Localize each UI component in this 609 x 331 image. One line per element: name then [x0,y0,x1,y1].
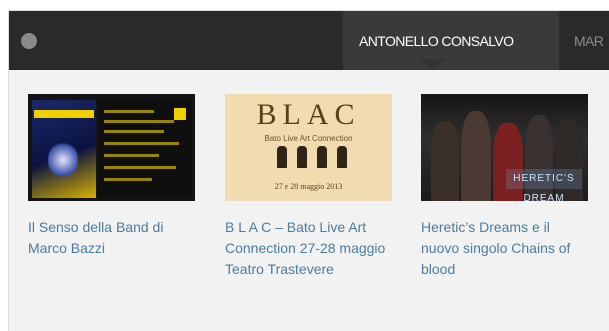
poster-line [104,178,152,181]
thumb-dates: 27 e 28 maggio 2013 [274,182,343,191]
poster-line [104,142,179,145]
figure-silhouette [277,146,287,168]
guitar-graphic [48,140,78,180]
article-thumbnail[interactable]: HERETIC'S DREAM [421,94,588,201]
band-member [493,123,523,201]
article-thumbnail[interactable] [28,94,195,201]
poster-text-block [98,100,192,198]
tab-bar: ANTONELLO CONSALVO MAR [9,11,609,70]
tab-label-active[interactable]: ANTONELLO CONSALVO [359,33,514,49]
figure-silhouette [337,146,347,168]
tab-label-next[interactable]: MAR [574,33,604,49]
poster-art [32,100,96,198]
article-card[interactable]: HERETIC'S DREAM Heretic’s Dreams e il nu… [421,94,588,280]
band-logo: HERETIC'S DREAM [506,169,582,201]
band-member [461,111,491,201]
article-thumbnail[interactable]: BLAC Bato Live Art Connection 27 e 28 ma… [225,94,392,201]
thumb-title: BLAC [256,98,361,131]
band-member [431,121,459,201]
status-dot-icon [21,33,37,49]
article-card[interactable]: BLAC Bato Live Art Connection 27 e 28 ma… [225,94,392,280]
poster-line [104,120,174,123]
poster-line [104,110,154,113]
poster-line [104,166,176,169]
poster-badge [174,108,186,120]
active-tab-pointer-icon [419,59,447,69]
article-card[interactable]: Il Senso della Band di Marco Bazzi [28,94,195,259]
article-link[interactable]: Il Senso della Band di Marco Bazzi [28,217,195,259]
figure-silhouette [317,146,327,168]
figure-silhouette [297,146,307,168]
thumb-subtitle: Bato Live Art Connection [264,134,353,143]
article-link[interactable]: B L A C – Bato Live Art Connection 27-28… [225,217,392,280]
article-link[interactable]: Heretic’s Dreams e il nuovo singolo Chai… [421,217,588,280]
poster-line [104,154,159,157]
poster-line [104,130,164,133]
poster-banner [34,110,94,118]
